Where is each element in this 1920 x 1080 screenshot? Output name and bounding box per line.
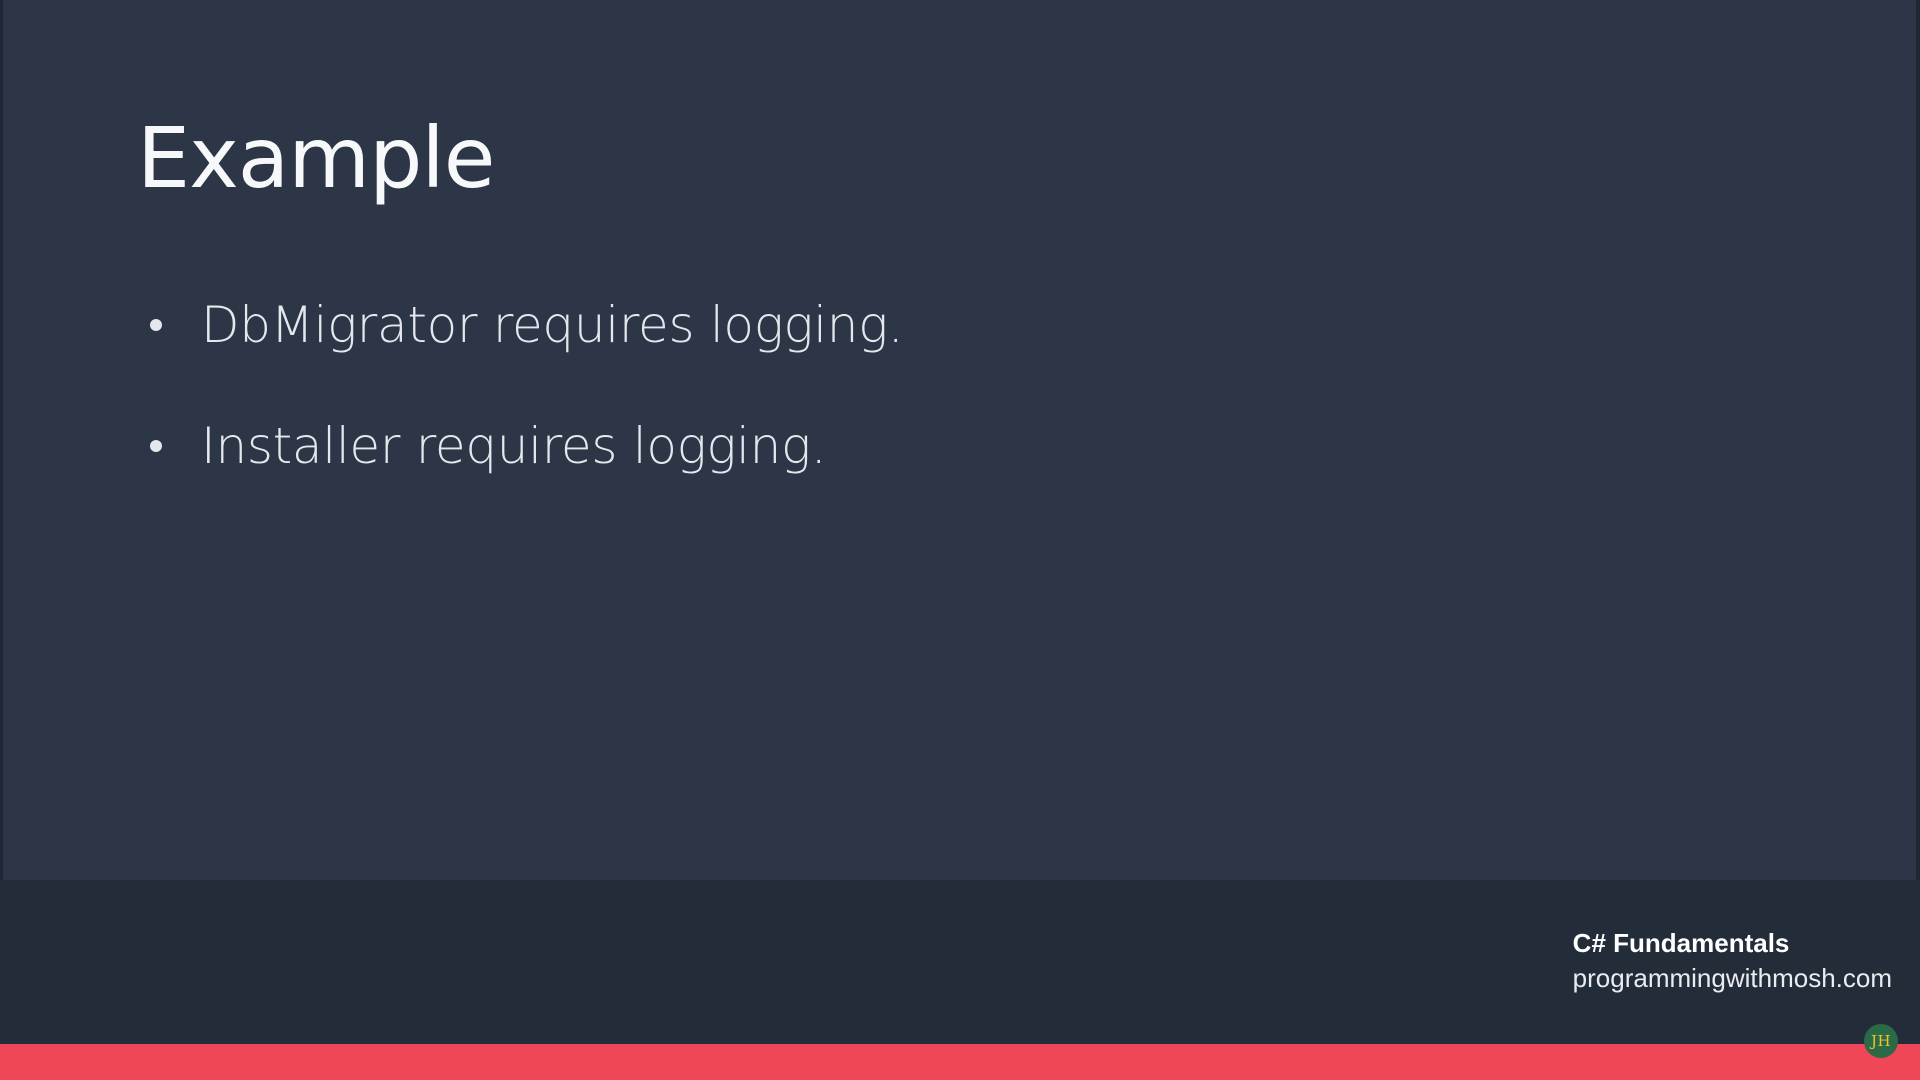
- watermark-text: JH: [1870, 1032, 1892, 1050]
- bullet-icon: [150, 440, 162, 452]
- site-url: programmingwithmosh.com: [1572, 963, 1892, 994]
- bullet-item: DbMigrator requires logging.: [150, 290, 904, 360]
- course-name: C# Fundamentals: [1572, 928, 1790, 958]
- progress-bar: [0, 1044, 1920, 1080]
- slide-title: Example: [137, 109, 495, 207]
- footer-branding: C# Fundamentals programmingwithmosh.com: [1573, 926, 1892, 996]
- watermark-logo: JH: [1864, 1024, 1898, 1058]
- bullet-text: DbMigrator requires logging.: [201, 296, 904, 354]
- presentation-slide: Example DbMigrator requires logging. Ins…: [0, 0, 1920, 1080]
- bullet-item: Installer requires logging.: [150, 411, 903, 481]
- bullet-icon: [150, 319, 162, 331]
- bullet-list: DbMigrator requires logging. Installer r…: [150, 290, 904, 532]
- bullet-text: Installer requires logging.: [201, 417, 827, 475]
- progress-fill: [0, 1044, 1920, 1080]
